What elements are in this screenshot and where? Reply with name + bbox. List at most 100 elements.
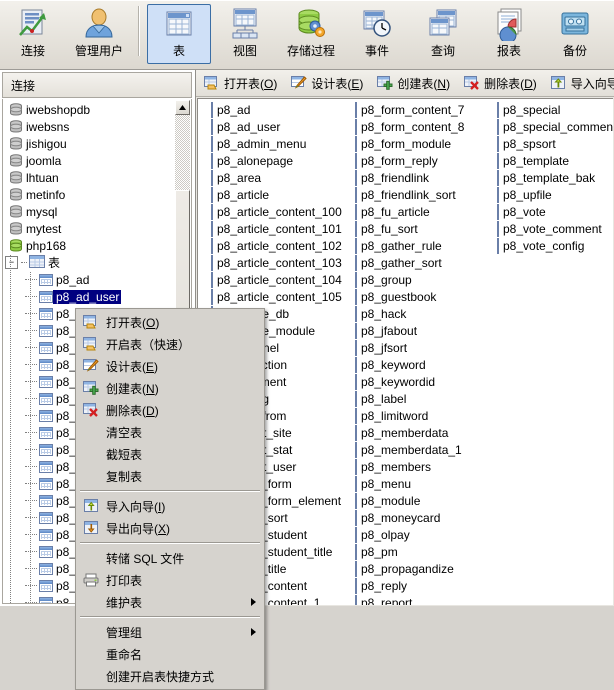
table-list-item[interactable]: p8_form_content_7 [355, 101, 464, 118]
table-list-item[interactable]: p8_article [211, 186, 342, 203]
context-menu-item-import-wizard[interactable]: 导入向导(I) [76, 495, 264, 517]
table-list-item[interactable]: p8_ad [211, 101, 342, 118]
table-list-item[interactable]: p8_jfabout [355, 322, 464, 339]
table-list-item[interactable]: p8_alonepage [211, 152, 342, 169]
table-list-item[interactable]: p8_label [355, 390, 464, 407]
table-icon [355, 186, 357, 203]
table-list-item[interactable]: p8_form_content_8 [355, 118, 464, 135]
tree-item-database-php168[interactable]: php168 [3, 237, 191, 254]
delete-table-button[interactable]: 删除表(D) [458, 72, 543, 95]
table-icon [355, 288, 357, 305]
table-list-item[interactable]: p8_upfile [497, 186, 613, 203]
context-menu-item-copy-table[interactable]: 复制表 [76, 465, 264, 487]
table-list-item[interactable]: p8_olpay [355, 526, 464, 543]
toolbar-button-backup[interactable]: 备份 [543, 4, 607, 64]
context-menu-item-design-table[interactable]: 设计表(E) [76, 355, 264, 377]
table-list-item[interactable]: p8_guestbook [355, 288, 464, 305]
tree-item-database[interactable]: metinfo [3, 186, 191, 203]
tree-item-database[interactable]: iwebshopdb [3, 101, 191, 118]
context-menu-item-label: 清空表 [106, 425, 143, 440]
table-list-item[interactable]: p8_area [211, 169, 342, 186]
table-list-item[interactable]: p8_special_comment [497, 118, 613, 135]
context-menu-item-maintain-table[interactable]: 维护表 [76, 591, 264, 613]
table-list-item[interactable]: p8_article_content_103 [211, 254, 342, 271]
tree-item-label: joomla [26, 153, 62, 168]
toolbar-button-view[interactable]: 视图 [213, 4, 277, 64]
tree-item-database[interactable]: lhtuan [3, 169, 191, 186]
table-list-item[interactable]: p8_template_bak [497, 169, 613, 186]
tree-item-database[interactable]: mytest [3, 220, 191, 237]
table-list-item[interactable]: p8_template [497, 152, 613, 169]
context-menu-item-print-table[interactable]: 打印表 [76, 569, 264, 591]
table-list-item[interactable]: p8_article_content_104 [211, 271, 342, 288]
tree-item-database[interactable]: joomla [3, 152, 191, 169]
import-wizard-button[interactable]: 导入向导(I) [545, 72, 614, 95]
tree-item-label: p8_ [56, 391, 77, 406]
table-list-item[interactable]: p8_group [355, 271, 464, 288]
open-table-button[interactable]: 打开表(O) [198, 72, 283, 95]
context-menu-item-create-open-table-shortcut[interactable]: 创建开启表快捷方式 [76, 665, 264, 687]
table-list-item[interactable]: p8_special [497, 101, 613, 118]
table-list-item[interactable]: p8_memberdata_1 [355, 441, 464, 458]
tree-item-database[interactable]: mysql [3, 203, 191, 220]
table-icon [39, 596, 53, 603]
table-list-item[interactable]: p8_article_content_102 [211, 237, 342, 254]
table-list-item[interactable]: p8_article_content_100 [211, 203, 342, 220]
scroll-up-arrow-icon[interactable] [175, 100, 190, 115]
context-menu-item-delete-table[interactable]: 删除表(D) [76, 399, 264, 421]
tree-node-tables[interactable]: − 表 [3, 254, 191, 271]
table-list-item[interactable]: p8_hack [355, 305, 464, 322]
context-menu-item-export-wizard[interactable]: 导出向导(X) [76, 517, 264, 539]
context-menu-item-new-table[interactable]: 创建表(N) [76, 377, 264, 399]
table-list-item[interactable]: p8_spsort [497, 135, 613, 152]
toolbar-button-report[interactable]: 报表 [477, 4, 541, 64]
table-list-item[interactable]: p8_article_content_105 [211, 288, 342, 305]
toolbar-button-query[interactable]: 查询 [411, 4, 475, 64]
table-list-item[interactable]: p8_moneycard [355, 509, 464, 526]
table-list-item[interactable]: p8_memberdata [355, 424, 464, 441]
table-list-item[interactable]: p8_module [355, 492, 464, 509]
table-list-item[interactable]: p8_friendlink_sort [355, 186, 464, 203]
tree-item-database[interactable]: jishigou [3, 135, 191, 152]
context-menu-item-truncate-table[interactable]: 截短表 [76, 443, 264, 465]
table-list-item[interactable]: p8_propagandize [355, 560, 464, 577]
table-list-item[interactable]: p8_vote [497, 203, 613, 220]
table-list-item[interactable]: p8_admin_menu [211, 135, 342, 152]
toolbar-button-manage-user[interactable]: 管理用户 [67, 4, 131, 64]
table-list-item[interactable]: p8_article_content_101 [211, 220, 342, 237]
table-list-item[interactable]: p8_fu_article [355, 203, 464, 220]
tree-item-database[interactable]: iwebsns [3, 118, 191, 135]
table-list-item[interactable]: p8_form_reply [355, 152, 464, 169]
table-list-item[interactable]: p8_report [355, 594, 464, 605]
table-list-item[interactable]: p8_gather_rule [355, 237, 464, 254]
table-list-item[interactable]: p8_limitword [355, 407, 464, 424]
new-table-button[interactable]: 创建表(N) [371, 72, 456, 95]
table-list-item[interactable]: p8_menu [355, 475, 464, 492]
table-list-item[interactable]: p8_ad_user [211, 118, 342, 135]
context-menu-item-empty-table[interactable]: 清空表 [76, 421, 264, 443]
table-context-menu[interactable]: 打开表(O) 开启表（快速） 设计表(E) 创建表(N) 删除表(D) 清空表 … [75, 308, 265, 690]
context-menu-item-open-table[interactable]: 打开表(O) [76, 311, 264, 333]
table-list-item[interactable]: p8_fu_sort [355, 220, 464, 237]
table-list-item[interactable]: p8_gather_sort [355, 254, 464, 271]
table-list-item[interactable]: p8_pm [355, 543, 464, 560]
table-list-item[interactable]: p8_vote_comment [497, 220, 613, 237]
table-list-item[interactable]: p8_friendlink [355, 169, 464, 186]
context-menu-item-manage-group[interactable]: 管理组 [76, 621, 264, 643]
design-table-button[interactable]: 设计表(E) [285, 72, 369, 95]
context-menu-item-dump-sql-file[interactable]: 转储 SQL 文件 [76, 547, 264, 569]
table-list-item[interactable]: p8_keyword [355, 356, 464, 373]
table-list-item[interactable]: p8_reply [355, 577, 464, 594]
table-list-item[interactable]: p8_form_module [355, 135, 464, 152]
toolbar-button-event[interactable]: 事件 [345, 4, 409, 64]
toolbar-button-table[interactable]: 表 [147, 4, 211, 64]
table-list-item[interactable]: p8_members [355, 458, 464, 475]
context-menu-item-open-table-fast[interactable]: 开启表（快速） [76, 333, 264, 355]
context-menu-item-rename[interactable]: 重命名 [76, 643, 264, 665]
table-list-item[interactable]: p8_vote_config [497, 237, 613, 254]
toolbar-button-stored-procedure[interactable]: 存储过程 [279, 4, 343, 64]
toolbar-button-connection[interactable]: 连接 [1, 4, 65, 64]
tree-item-label: p8_ [56, 374, 77, 389]
table-list-item[interactable]: p8_keywordid [355, 373, 464, 390]
table-list-item[interactable]: p8_jfsort [355, 339, 464, 356]
